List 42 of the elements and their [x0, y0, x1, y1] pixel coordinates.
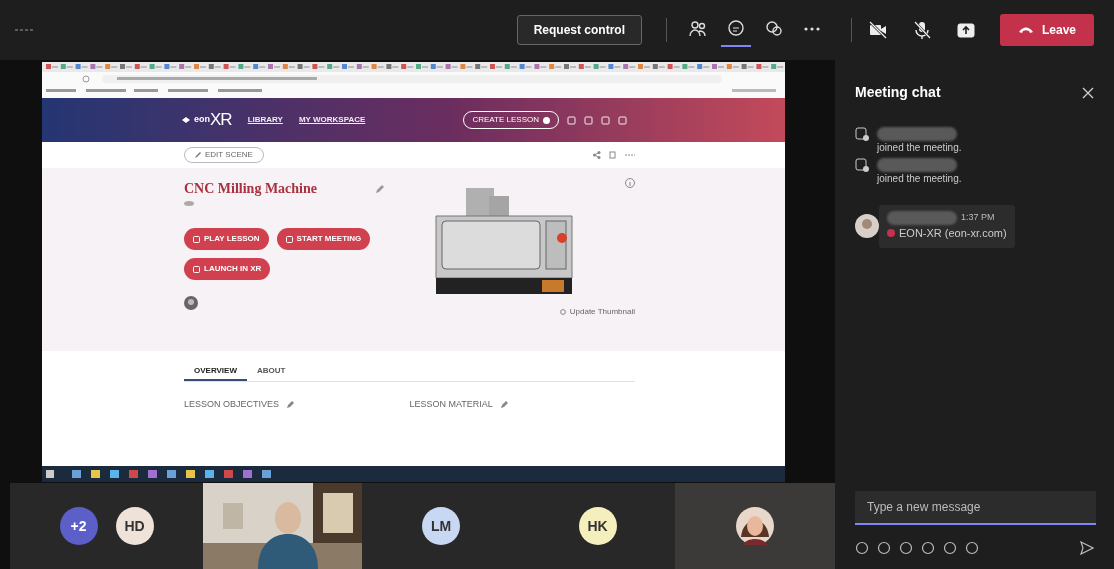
send-icon[interactable] — [1080, 541, 1094, 555]
tab[interactable]: ABOUT — [247, 363, 296, 381]
leave-button[interactable]: Leave — [999, 14, 1094, 46]
calendar-icon — [855, 158, 869, 172]
avatar-icon — [184, 296, 198, 310]
share-screen-icon[interactable] — [955, 20, 976, 40]
chat-title: Meeting chat — [855, 83, 941, 102]
tab[interactable]: OVERVIEW — [184, 363, 247, 381]
logo-text: eon — [194, 114, 210, 127]
request-control-button[interactable]: Request control — [516, 15, 642, 45]
event-text: joined the meeting. — [877, 141, 962, 154]
avatar: +2 — [59, 507, 98, 545]
edit-scene-button[interactable]: EDIT SCENE — [184, 147, 264, 163]
nav-link[interactable]: LIBRARY — [247, 114, 283, 126]
message-link[interactable]: EON-XR (eon-xr.com) — [899, 225, 1007, 242]
info-icon — [625, 178, 635, 188]
camera-icon[interactable] — [867, 20, 888, 40]
section-heading: LESSON OBJECTIVES — [184, 398, 280, 411]
share-icon[interactable] — [593, 151, 601, 159]
action-button[interactable]: START MEETING — [276, 228, 371, 250]
avatar: HD — [115, 507, 154, 545]
logo-icon — [182, 117, 190, 123]
microphone-icon[interactable] — [911, 20, 932, 40]
message-time: 1:37 PM — [961, 211, 995, 225]
lesson-title: CNC Milling Machine — [184, 180, 317, 198]
phone-icon — [1017, 26, 1034, 34]
close-icon[interactable] — [1082, 86, 1094, 99]
calendar-icon — [855, 127, 869, 141]
action-button[interactable]: LAUNCH IN XR — [184, 258, 271, 280]
message-field[interactable]: Type a new message — [855, 491, 1096, 525]
plus-icon — [543, 116, 550, 124]
avatar-icon — [855, 214, 879, 239]
avatar: LM — [422, 507, 460, 545]
dots-icon — [14, 27, 36, 33]
action-button[interactable]: PLAY LESSON — [184, 228, 269, 250]
redaction-mark — [887, 211, 957, 225]
logo-text: XR — [210, 109, 232, 132]
event-text: joined the meeting. — [877, 172, 962, 185]
section-heading: LESSON MATERIAL — [409, 398, 493, 411]
update-thumbnail-link[interactable]: Update Thumbnail — [569, 306, 635, 318]
avatar: HK — [578, 507, 617, 545]
nav-link[interactable]: MY WORKSPACE — [298, 114, 366, 126]
